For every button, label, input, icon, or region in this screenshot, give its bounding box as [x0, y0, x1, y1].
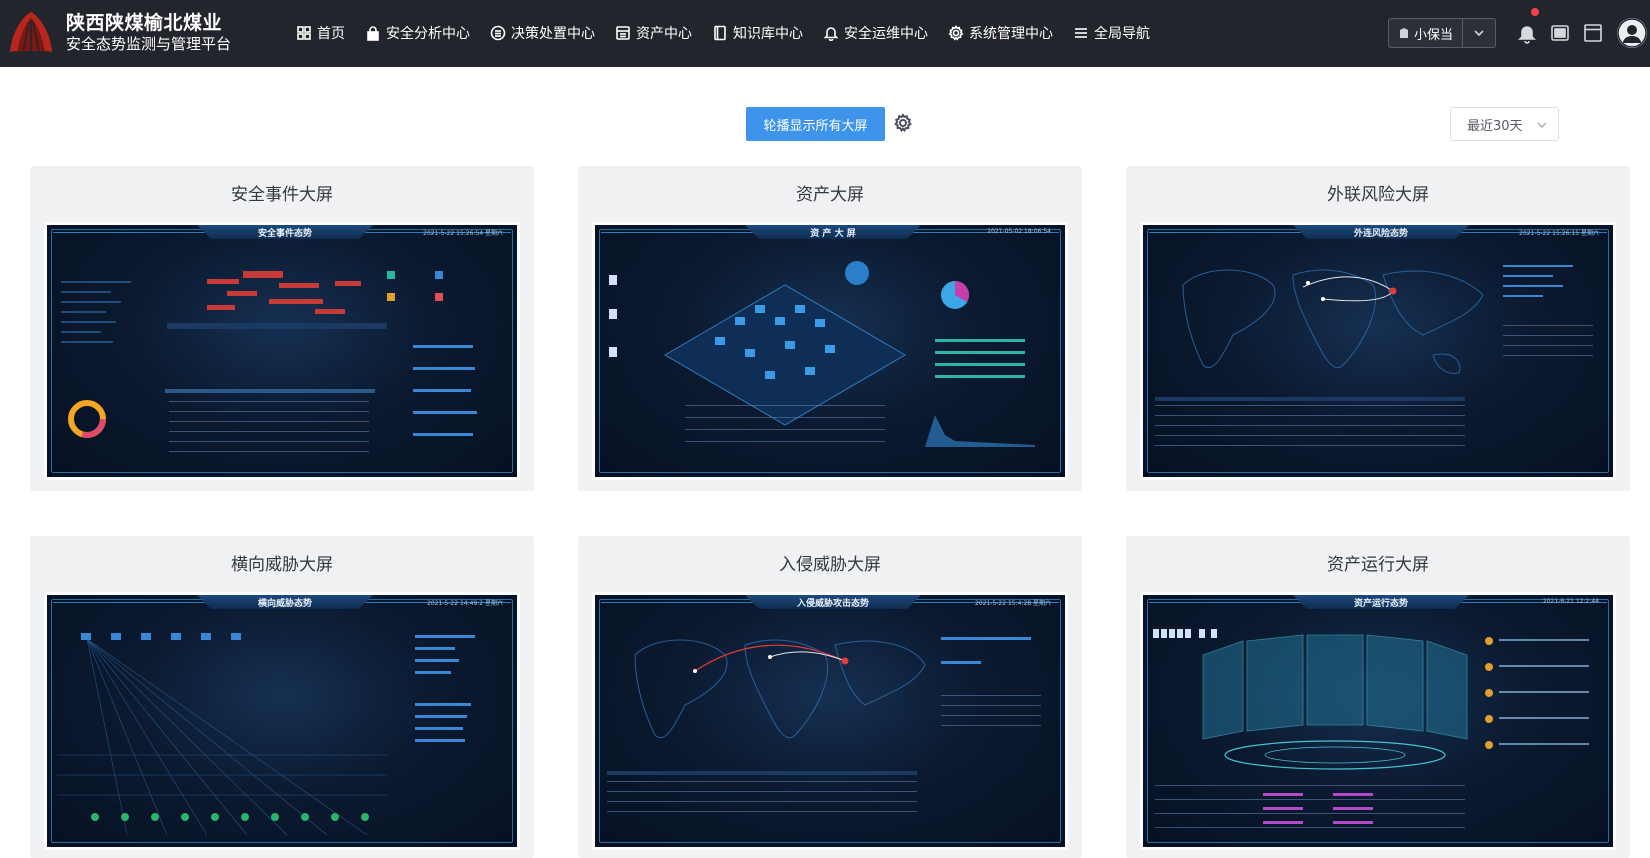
screen-decoration	[61, 271, 477, 452]
screen-decoration	[1155, 265, 1593, 446]
image-frame-icon	[1551, 25, 1569, 41]
notification-button[interactable]	[1516, 22, 1538, 44]
screen-preview-external-risk[interactable]: 外连风险态势 2021-5-22 15:26:15 星期六	[1140, 222, 1616, 480]
gear-icon	[948, 25, 964, 41]
nav-item-label: 首页	[317, 26, 345, 42]
window-button[interactable]	[1582, 22, 1604, 44]
time-range-select[interactable]: 最近30天	[1450, 107, 1559, 141]
nav-item-label: 决策处置中心	[511, 26, 595, 42]
nav-item-label: 安全运维中心	[844, 26, 928, 42]
nav-item-security-analysis[interactable]: 安全分析中心	[365, 23, 470, 43]
card-title: 资产运行大屏	[1327, 555, 1429, 575]
screen-preview-lateral-threat[interactable]: 横向威胁态势 2021-5-22 14:49:2 星期六	[44, 592, 520, 850]
site-select-toggle[interactable]	[1463, 19, 1495, 47]
nav-item-decision[interactable]: 决策处置中心	[490, 23, 595, 43]
screen-decoration	[57, 633, 475, 836]
grid-icon	[297, 26, 311, 40]
top-navigation-bar: 陕西陕煤榆北煤业 安全态势监测与管理平台 首页 安全分析中心 决策处置中心 资产…	[0, 0, 1650, 67]
nav-item-label: 系统管理中心	[969, 26, 1053, 42]
nav-item-home[interactable]: 首页	[296, 23, 345, 43]
site-select-value: 小保当	[1413, 27, 1453, 43]
screen-preview-assets[interactable]: 资 产 大 屏 2021-05-02 18:06:54	[592, 222, 1068, 480]
card-title: 入侵威胁大屏	[779, 555, 881, 575]
screen-decoration	[607, 637, 1041, 812]
card-external-risk-screen[interactable]: 外联风险大屏 外连风险态势 2021-5-22 15:26:15 星期六	[1126, 166, 1630, 491]
brand-logo	[6, 8, 56, 58]
chevron-down-icon	[1474, 30, 1484, 37]
lock-icon	[367, 26, 379, 41]
screen-preview-asset-operation[interactable]: 资产运行态势 2021-6-21 12:2:44	[1140, 592, 1616, 850]
user-avatar[interactable]	[1617, 18, 1647, 48]
card-asset-operation-screen[interactable]: 资产运行大屏 资产运行态势 2021-6-21 12:2:44	[1126, 536, 1630, 858]
gear-icon	[894, 113, 912, 133]
carousel-all-screens-button[interactable]: 轮播显示所有大屏	[746, 107, 885, 141]
card-title: 安全事件大屏	[231, 185, 333, 205]
card-assets-screen[interactable]: 资产大屏 资 产 大 屏 2021-05-02 18:06:54	[578, 166, 1082, 491]
menu-icon	[1075, 28, 1087, 38]
screen-capture-button[interactable]	[1549, 22, 1571, 44]
notification-badge	[1531, 8, 1539, 16]
nav-item-knowledge[interactable]: 知识库中心	[712, 23, 803, 43]
main-nav: 首页 安全分析中心 决策处置中心 资产中心 知识库中心 安全运维中心 系统管理中…	[296, 20, 1170, 46]
window-icon	[1584, 24, 1602, 42]
site-select-value-box: 小保当	[1389, 19, 1463, 47]
nav-item-ops[interactable]: 安全运维中心	[823, 23, 928, 43]
chevron-down-icon	[1537, 122, 1547, 129]
nav-item-global-nav[interactable]: 全局导航	[1073, 23, 1150, 43]
card-title: 资产大屏	[796, 185, 864, 205]
card-intrusion-threat-screen[interactable]: 入侵威胁大屏 入侵威胁攻击态势 2021-5-22 15:4:28 星期六	[578, 536, 1082, 858]
screen-decoration	[1153, 629, 1589, 828]
nav-item-system[interactable]: 系统管理中心	[948, 23, 1053, 43]
nav-item-label: 资产中心	[636, 26, 692, 42]
bell-icon	[823, 27, 839, 41]
carousel-settings-button[interactable]	[893, 113, 915, 135]
screen-preview-security-events[interactable]: 安全事件态势 2021-5-22 15:26:54 星期六	[44, 222, 520, 480]
building-icon	[1399, 28, 1408, 38]
nav-item-label: 知识库中心	[733, 26, 803, 42]
brand-title: 陕西陕煤榆北煤业	[66, 12, 223, 34]
screen-preview-intrusion-threat[interactable]: 入侵威胁攻击态势 2021-5-22 15:4:28 星期六	[592, 592, 1068, 850]
time-range-value: 最近30天	[1467, 118, 1523, 134]
bell-icon	[1518, 26, 1536, 44]
site-select[interactable]: 小保当	[1388, 18, 1496, 48]
book-icon	[714, 25, 726, 41]
card-title: 横向威胁大屏	[231, 555, 333, 575]
card-lateral-threat-screen[interactable]: 横向威胁大屏 横向威胁态势 2021-5-22 14:49:2 星期六	[30, 536, 534, 858]
nav-item-label: 全局导航	[1094, 26, 1150, 42]
brand-subtitle: 安全态势监测与管理平台	[66, 35, 232, 53]
user-icon	[1617, 18, 1647, 48]
card-title: 外联风险大屏	[1327, 185, 1429, 205]
nav-item-label: 安全分析中心	[386, 26, 470, 42]
list-circle-icon	[490, 25, 506, 41]
screen-decoration	[609, 261, 1035, 447]
card-security-events-screen[interactable]: 安全事件大屏 安全事件态势 2021-5-22 15:26:54 星期六	[30, 166, 534, 491]
nav-item-assets[interactable]: 资产中心	[615, 23, 692, 43]
server-icon	[616, 26, 630, 40]
